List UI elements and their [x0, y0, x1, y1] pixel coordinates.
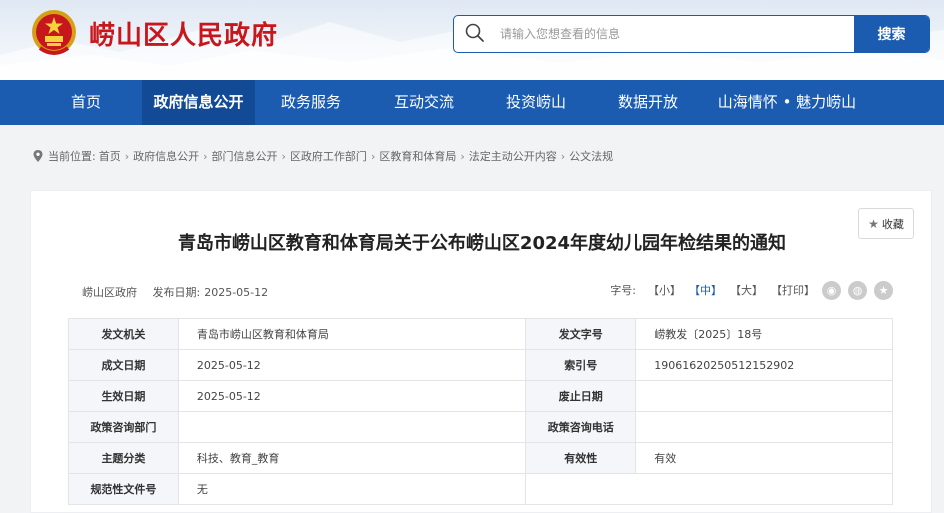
qzone-share-icon[interactable]: ★	[874, 280, 893, 300]
breadcrumb-separator: ›	[124, 149, 130, 163]
consult-dept-label: 政策咨询部门	[68, 411, 179, 443]
search-icon	[465, 23, 484, 42]
breadcrumb-separator: ›	[460, 149, 465, 163]
font-medium-button[interactable]: 【中】	[689, 282, 722, 298]
table-row: 主题分类 科技、教育_教育 有效性 有效	[68, 442, 893, 474]
document-info-table: 发文机关 青岛市崂山区教育和体育局 发文字号 崂教发〔2025〕18号 成文日期…	[68, 318, 893, 505]
search-box: 搜索	[453, 15, 930, 53]
breadcrumb: 当前位置: 首页 › 政府信息公开 › 部门信息公开 › 区政府工作部门 › 区…	[32, 148, 613, 164]
breadcrumb-work-dept[interactable]: 区政府工作部门	[290, 148, 367, 164]
breadcrumb-separator: ›	[560, 149, 566, 163]
consult-phone-value	[635, 411, 893, 443]
font-large-button[interactable]: 【大】	[730, 282, 763, 298]
breadcrumb-separator: ›	[203, 149, 208, 163]
table-row: 成文日期 2025-05-12 索引号 19061620250512152902	[68, 349, 893, 381]
nav-item-charm[interactable]: 山海情怀 • 魅力崂山	[709, 80, 865, 125]
category-value: 科技、教育_教育	[177, 442, 527, 474]
weibo-share-icon[interactable]: ◉	[822, 280, 841, 300]
wechat-share-icon[interactable]: ◍	[848, 280, 867, 300]
index-value: 19061620250512152902	[635, 349, 893, 381]
created-value: 2025-05-12	[177, 349, 527, 381]
breadcrumb-prefix: 当前位置:	[48, 150, 96, 163]
search-input[interactable]	[500, 22, 850, 46]
nav-item-invest[interactable]: 投资崂山	[493, 80, 579, 125]
breadcrumb-home[interactable]: 首页	[99, 148, 121, 164]
publish-label: 发布日期:	[152, 286, 201, 299]
category-label: 主题分类	[68, 442, 179, 474]
validity-value: 有效	[635, 442, 893, 474]
consult-dept-value	[177, 411, 527, 443]
consult-phone-label: 政策咨询电话	[525, 411, 637, 443]
breadcrumb-edu-bureau[interactable]: 区教育和体育局	[379, 148, 456, 164]
nav-item-gov-info[interactable]: 政府信息公开	[142, 80, 255, 125]
site-title[interactable]: 崂山区人民政府	[89, 15, 278, 52]
font-size-label: 字号:	[610, 284, 636, 297]
empty-cell	[525, 473, 636, 505]
effective-label: 生效日期	[68, 380, 179, 412]
effective-value: 2025-05-12	[177, 380, 527, 412]
nav-item-interaction[interactable]: 互动交流	[381, 80, 467, 125]
breadcrumb-gov-info[interactable]: 政府信息公开	[133, 148, 199, 164]
table-row: 发文机关 青岛市崂山区教育和体育局 发文字号 崂教发〔2025〕18号	[68, 318, 893, 350]
nav-item-services[interactable]: 政务服务	[268, 80, 354, 125]
breadcrumb-documents[interactable]: 公文法规	[569, 148, 613, 164]
breadcrumb-separator: ›	[370, 149, 376, 163]
issuer-value: 青岛市崂山区教育和体育局	[177, 318, 527, 350]
repeal-label: 废止日期	[525, 380, 637, 412]
article-source: 崂山区政府	[82, 286, 137, 299]
article-title: 青岛市崂山区教育和体育局关于公布崂山区2024年度幼儿园年检结果的通知	[177, 233, 787, 254]
doc-no-value: 崂教发〔2025〕18号	[635, 318, 893, 350]
validity-label: 有效性	[525, 442, 637, 474]
issuer-label: 发文机关	[68, 318, 179, 350]
location-pin-icon	[33, 150, 43, 162]
font-small-button[interactable]: 【小】	[648, 282, 681, 298]
normative-label: 规范性文件号	[68, 473, 179, 505]
print-button[interactable]: 【打印】	[771, 282, 815, 298]
breadcrumb-disclosure[interactable]: 法定主动公开内容	[469, 148, 557, 164]
empty-cell	[635, 473, 893, 505]
article-meta: 崂山区政府 发布日期: 2025-05-12	[82, 284, 268, 300]
doc-no-label: 发文字号	[525, 318, 637, 350]
main-nav: 首页 政府信息公开 政务服务 互动交流 投资崂山 数据开放 山海情怀 • 魅力崂…	[0, 80, 944, 125]
breadcrumb-separator: ›	[281, 149, 286, 163]
table-row: 政策咨询部门 政策咨询电话	[68, 411, 893, 443]
created-label: 成文日期	[68, 349, 179, 381]
table-row: 规范性文件号 无	[68, 473, 893, 505]
site-header: 崂山区人民政府 搜索	[0, 0, 944, 80]
article-tools: 字号: 【小】 【中】 【大】 【打印】 ◉ ◍ ★	[610, 279, 893, 301]
index-label: 索引号	[525, 349, 637, 381]
national-emblem-icon	[32, 10, 76, 55]
normative-value: 无	[177, 473, 527, 505]
article-panel: ★ 收藏 青岛市崂山区教育和体育局关于公布崂山区2024年度幼儿园年检结果的通知…	[30, 190, 932, 513]
breadcrumb-dept-info[interactable]: 部门信息公开	[212, 148, 278, 164]
nav-item-open-data[interactable]: 数据开放	[605, 80, 691, 125]
search-button[interactable]: 搜索	[854, 16, 929, 52]
publish-date: 2025-05-12	[204, 286, 269, 299]
repeal-value	[635, 380, 893, 412]
nav-item-home[interactable]: 首页	[50, 80, 122, 125]
table-row: 生效日期 2025-05-12 废止日期	[68, 380, 893, 412]
